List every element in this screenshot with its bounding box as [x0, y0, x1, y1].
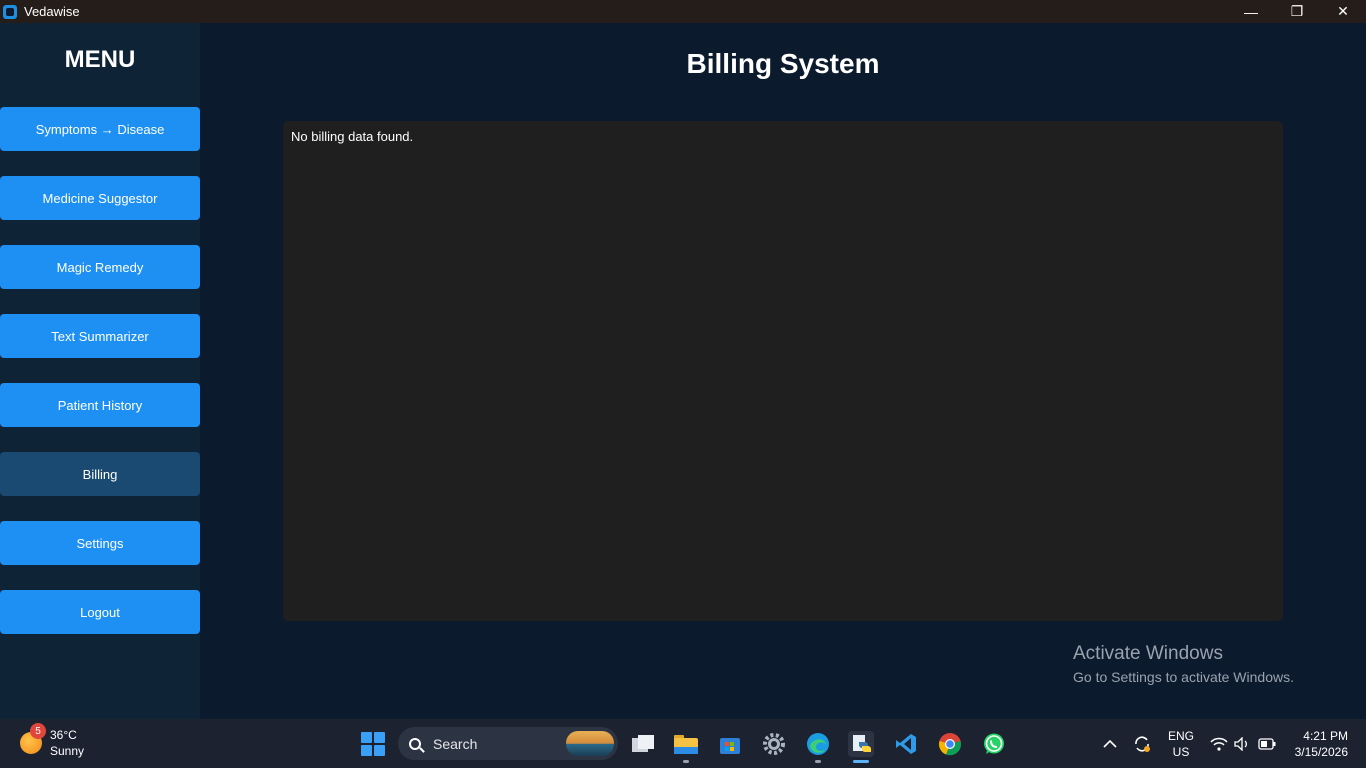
- windows-logo-icon: [361, 732, 372, 743]
- search-placeholder: Search: [433, 735, 478, 752]
- taskbar: 5 36°C Sunny Search ENG US 4:21 PM 3/15/…: [0, 719, 1366, 768]
- sidebar: MENU Symptoms → Disease Medicine Suggest…: [0, 23, 200, 719]
- language-indicator[interactable]: ENG US: [1166, 728, 1196, 760]
- app-logo-icon: [3, 4, 17, 19]
- battery-icon[interactable]: [1258, 719, 1276, 768]
- billing-empty-message: No billing data found.: [291, 129, 414, 144]
- chrome-icon[interactable]: [937, 731, 963, 757]
- sidebar-item-settings[interactable]: Settings: [0, 521, 200, 565]
- minimize-button[interactable]: —: [1228, 0, 1274, 23]
- watermark-subtitle: Go to Settings to activate Windows.: [1073, 669, 1294, 685]
- sidebar-item-logout[interactable]: Logout: [0, 590, 200, 634]
- search-highlight-image: [566, 731, 614, 756]
- page-title: Billing System: [686, 48, 880, 79]
- watermark-title: Activate Windows: [1073, 643, 1223, 664]
- tray-overflow-icon[interactable]: [1103, 719, 1117, 768]
- language-code: ENG: [1167, 729, 1194, 743]
- search-icon: [409, 737, 421, 750]
- weather-badge: 5: [30, 723, 46, 739]
- clock-date: 3/15/2026: [1294, 745, 1348, 759]
- wifi-icon[interactable]: [1210, 719, 1228, 768]
- clock-time: 4:21 PM: [1303, 729, 1348, 743]
- volume-icon[interactable]: [1234, 719, 1250, 768]
- file-explorer-icon[interactable]: [673, 731, 699, 763]
- edge-browser-icon[interactable]: [805, 731, 831, 763]
- sidebar-item-magic-remedy[interactable]: Magic Remedy: [0, 245, 200, 289]
- weather-temp: 36°C: [50, 728, 77, 742]
- taskbar-search[interactable]: Search: [398, 727, 618, 760]
- file-manager-icon[interactable]: [630, 731, 656, 757]
- region-code: US: [1172, 745, 1190, 759]
- sidebar-item-symptoms-disease[interactable]: Symptoms → Disease: [0, 107, 200, 151]
- weather-condition: Sunny: [50, 744, 85, 758]
- window-controls: — ❐ ✕: [1228, 0, 1366, 23]
- sidebar-item-billing[interactable]: Billing: [0, 452, 200, 496]
- sun-icon: 5: [20, 723, 46, 754]
- close-button[interactable]: ✕: [1320, 0, 1366, 23]
- sidebar-item-text-summarizer[interactable]: Text Summarizer: [0, 314, 200, 358]
- title-bar: Vedawise — ❐ ✕: [0, 0, 1366, 23]
- weather-widget[interactable]: 5 36°C Sunny: [20, 723, 85, 759]
- whatsapp-icon[interactable]: [981, 731, 1007, 757]
- billing-panel: No billing data found.: [283, 121, 1283, 621]
- sidebar-item-medicine-suggestor[interactable]: Medicine Suggestor: [0, 176, 200, 220]
- sync-icon[interactable]: [1132, 719, 1152, 768]
- start-button[interactable]: [361, 732, 385, 756]
- sidebar-item-patient-history[interactable]: Patient History: [0, 383, 200, 427]
- settings-icon[interactable]: [761, 731, 787, 757]
- menu-title: MENU: [64, 46, 136, 73]
- restore-button[interactable]: ❐: [1274, 0, 1320, 23]
- python-icon[interactable]: [848, 731, 874, 763]
- window-title: Vedawise: [24, 4, 80, 19]
- main-content: Billing System No billing data found. Ac…: [200, 23, 1366, 719]
- system-clock[interactable]: 4:21 PM 3/15/2026: [1290, 728, 1348, 760]
- microsoft-store-icon[interactable]: [717, 731, 743, 757]
- activation-watermark: Activate Windows Go to Settings to activ…: [1073, 643, 1294, 685]
- vscode-icon[interactable]: [893, 731, 919, 757]
